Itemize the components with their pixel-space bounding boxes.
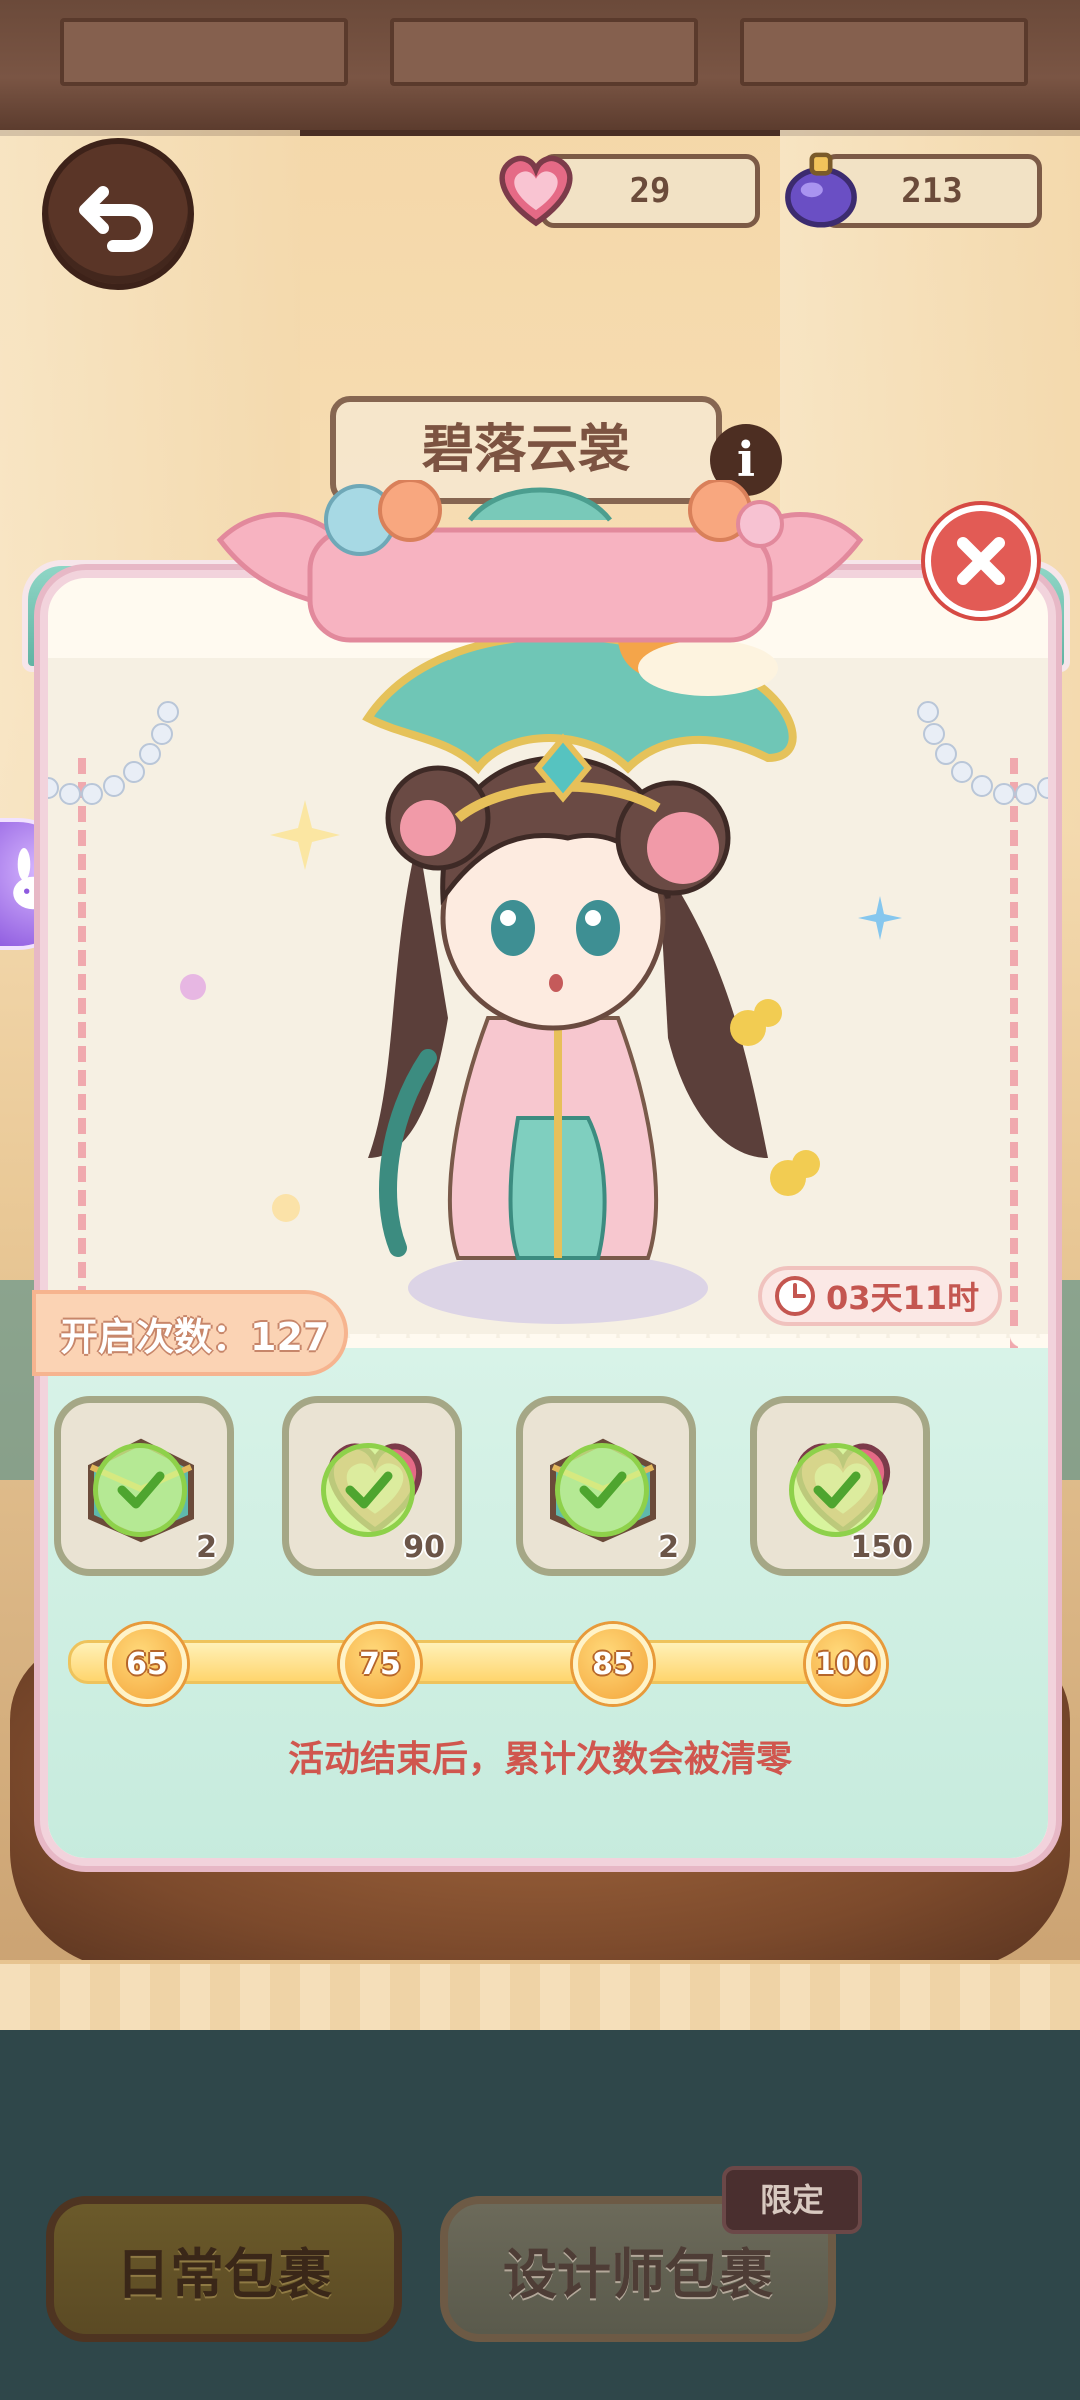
reward-slot-4[interactable]: 150 (750, 1396, 930, 1576)
reward-qty: 90 (403, 1530, 445, 1565)
close-button[interactable] (925, 505, 1037, 617)
claimed-check-icon (789, 1443, 883, 1537)
gems-count: 213 (901, 171, 963, 211)
reward-qty: 2 (658, 1530, 679, 1565)
decor-dot (272, 1194, 300, 1222)
open-count-label: 开启次数：127 (32, 1290, 348, 1376)
claimed-check-icon (321, 1443, 415, 1537)
potion-icon (775, 142, 867, 234)
dashed-border-right (1010, 758, 1018, 1398)
milestone-marker: 85 (573, 1624, 653, 1704)
countdown-timer: 03天11时 (758, 1266, 1002, 1326)
decor-dot (180, 974, 206, 1000)
back-button[interactable] (42, 138, 194, 290)
top-beam (0, 0, 1080, 136)
milestone-marker: 100 (806, 1624, 886, 1704)
heart-icon (490, 142, 582, 234)
claimed-check-icon (555, 1443, 649, 1537)
reset-notice: 活动结束后，累计次数会被清零 (287, 1739, 792, 1780)
reward-qty: 2 (196, 1530, 217, 1565)
pearl-string-left (48, 701, 179, 805)
character-illustration (362, 598, 820, 1324)
lace-strip (0, 1960, 1080, 2034)
sparkle-icon (858, 896, 902, 940)
reward-slot-2[interactable]: 90 (282, 1396, 462, 1576)
limited-tag: 限定 (722, 2166, 862, 2234)
reward-slot-3[interactable]: 2 (516, 1396, 696, 1576)
panel-ribbon-header (216, 480, 864, 643)
close-icon (957, 537, 1005, 585)
daily-package-label: 日常包裹 (116, 2242, 332, 2306)
claimed-check-icon (93, 1443, 187, 1537)
timer-text: 03天11时 (826, 1279, 980, 1317)
daily-package-button[interactable]: 日常包裹 (46, 2196, 402, 2342)
designer-package-label: 设计师包裹 (503, 2242, 773, 2306)
milestone-marker: 75 (340, 1624, 420, 1704)
clock-icon (775, 1276, 815, 1316)
milestone-marker: 65 (107, 1624, 187, 1704)
progress-bar (68, 1640, 874, 1684)
hearts-count: 29 (629, 171, 671, 211)
pearl-string-right (917, 701, 1048, 805)
reward-slot-1[interactable]: 2 (54, 1396, 234, 1576)
reward-qty: 150 (850, 1530, 913, 1565)
back-arrow-icon (79, 186, 153, 252)
